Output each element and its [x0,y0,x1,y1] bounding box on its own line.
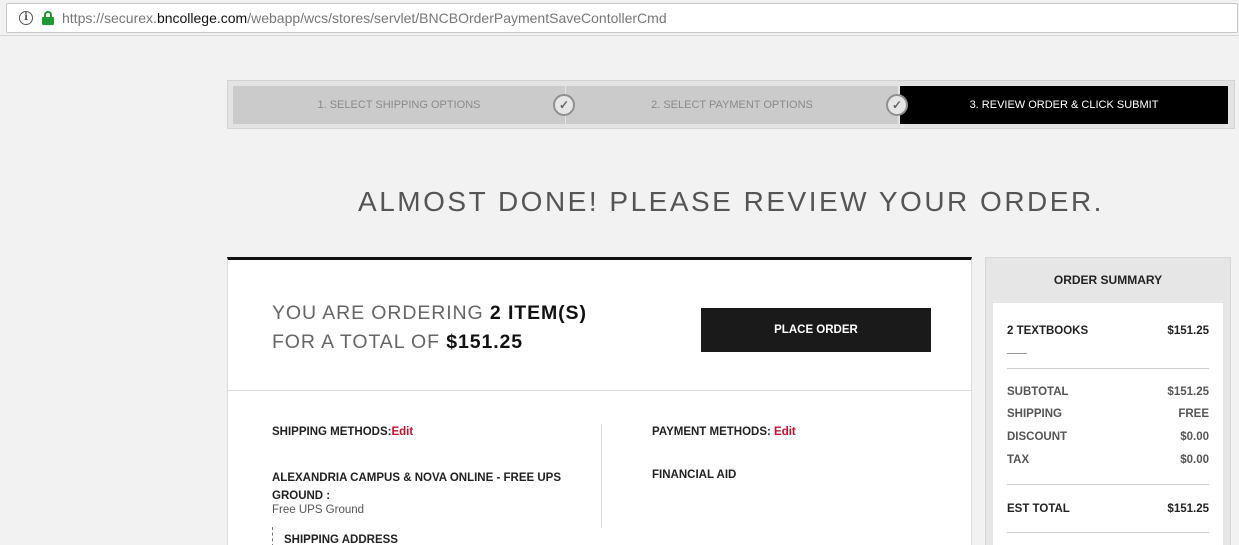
order-summary-title: ORDER SUMMARY [1053,273,1163,287]
step-label: 3. REVIEW ORDER & CLICK SUBMIT [969,99,1159,111]
order-summary-body: 2 TEXTBOOKS $151.25 SUBTOTAL $151.25 SHIPP… [993,303,1223,545]
checkout-steps: 1. SELECT SHIPPING OPTIONS 2. SELECT PAY… [227,80,1235,129]
shipping-label: SHIPPING [1007,408,1062,420]
order-summary: ORDER SUMMARY 2 TEXTBOOKS $151.25 SUBTOTA… [985,257,1231,545]
items-divider [1007,353,1027,354]
shipping-address-label: SHIPPING ADDRESS [284,534,398,545]
payment-methods-text: PAYMENT METHODS: [652,426,775,438]
column-divider [601,424,602,528]
discount-value: $0.00 [1180,431,1209,443]
info-icon[interactable]: i [19,11,33,25]
summary-items-row: 2 TEXTBOOKS $151.25 [1007,325,1209,337]
browser-toolbar: i https://securex.bncollege.com/webapp/w… [0,0,1239,36]
step-review-order: 3. REVIEW ORDER & CLICK SUBMIT [900,86,1228,124]
order-total-value: $151.25 [446,331,524,353]
url-text[interactable]: https://securex.bncollege.com/webapp/wcs… [62,10,667,26]
shipping-methods-text: SHIPPING METHODS: [272,426,392,438]
check-icon: ✓ [553,94,575,116]
step-payment-options[interactable]: 2. SELECT PAYMENT OPTIONS [566,86,898,124]
url-path: /webapp/wcs/stores/servlet/BNCBOrderPaym… [247,10,667,26]
summary-divider [1007,484,1209,485]
shipping-row: SHIPPING FREE [1007,408,1209,420]
payment-method-value: FINANCIAL AID [652,469,737,481]
summary-divider [1007,532,1209,533]
edit-shipping-link[interactable]: Edit [391,426,413,438]
order-review-panel: YOU ARE ORDERING 2 ITEM(S) FOR A TOTAL O… [227,257,972,545]
shipping-method-name: ALEXANDRIA CAMPUS & NOVA ONLINE - FREE U… [272,472,562,502]
order-total-prefix: FOR A TOTAL OF [272,331,447,353]
tax-value: $0.00 [1180,454,1209,466]
check-icon: ✓ [886,94,908,116]
page-title: ALMOST DONE! PLEASE REVIEW YOUR ORDER. [358,186,1104,217]
order-count-prefix: YOU ARE ORDERING [272,302,490,324]
est-total-row: EST TOTAL $151.25 [1007,503,1209,515]
shipping-value: FREE [1178,408,1209,420]
discount-row: DISCOUNT $0.00 [1007,431,1209,443]
step-label: 1. SELECT SHIPPING OPTIONS [317,99,481,111]
address-bar[interactable]: i https://securex.bncollege.com/webapp/w… [6,3,1238,33]
tax-row: TAX $0.00 [1007,454,1209,466]
shipping-address-section: SHIPPING ADDRESS [272,527,398,545]
section-divider [228,390,971,391]
order-count-value: 2 ITEM(S) [489,302,587,324]
shipping-methods-label: SHIPPING METHODS:Edit [272,426,413,438]
summary-divider [1007,368,1209,369]
place-order-button[interactable]: PLACE ORDER [701,308,931,352]
step-shipping-options[interactable]: 1. SELECT SHIPPING OPTIONS [233,86,565,124]
url-domain: bncollege.com [156,10,248,26]
est-total-label: EST TOTAL [1007,503,1070,515]
edit-payment-link[interactable]: Edit [774,426,796,438]
tax-label: TAX [1007,454,1030,466]
order-total-line: FOR A TOTAL OF $151.25 [272,331,523,354]
subtotal-row: SUBTOTAL $151.25 [1007,386,1209,398]
order-count-line: YOU ARE ORDERING 2 ITEM(S) [272,302,587,325]
subtotal-label: SUBTOTAL [1007,386,1069,398]
payment-methods-label: PAYMENT METHODS: Edit [652,426,796,438]
shipping-method-subtitle: Free UPS Ground [272,504,365,516]
items-label: 2 TEXTBOOKS [1007,325,1089,337]
subtotal-value: $151.25 [1167,386,1209,398]
items-value: $151.25 [1167,325,1209,337]
discount-label: DISCOUNT [1007,431,1068,443]
url-prefix: https://securex. [62,10,157,26]
step-label: 2. SELECT PAYMENT OPTIONS [651,99,813,111]
lock-icon[interactable] [41,11,55,25]
est-total-value: $151.25 [1167,503,1209,515]
